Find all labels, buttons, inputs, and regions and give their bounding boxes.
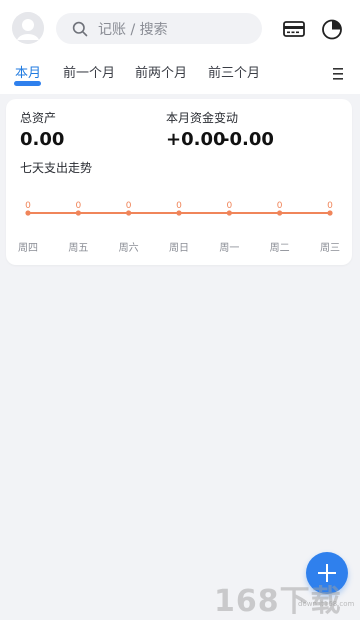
x-tick-label: 周日 — [169, 242, 189, 254]
data-label: 0 — [226, 201, 232, 211]
search-icon — [72, 21, 88, 37]
data-label: 0 — [176, 201, 182, 211]
tab-previous-month[interactable]: 前一个月 — [63, 64, 115, 84]
pie-chart-icon[interactable] — [320, 17, 344, 41]
tab-two-months-ago[interactable]: 前两个月 — [135, 64, 187, 84]
x-tick-label: 周一 — [219, 242, 239, 254]
data-point — [75, 210, 81, 216]
x-tick-label: 周四 — [18, 242, 38, 254]
watermark-url: down.it168.com — [298, 600, 355, 608]
x-tick-label: 周二 — [270, 242, 290, 254]
active-tab-indicator — [14, 81, 41, 86]
seven-day-expense-chart: 0 周四 0 周五 0 周六 0 周日 0 周一 0 周二 0 周三 — [18, 201, 340, 254]
data-label: 0 — [126, 201, 132, 211]
data-point — [327, 210, 333, 216]
x-tick-label: 周三 — [320, 242, 340, 254]
data-label: 0 — [25, 201, 31, 211]
menu-icon[interactable] — [332, 66, 344, 80]
data-point — [226, 210, 232, 216]
data-label: 0 — [277, 201, 283, 211]
x-tick-label: 周六 — [119, 242, 139, 254]
data-point — [277, 210, 283, 216]
user-icon — [12, 12, 44, 44]
watermark-logo: 168下载 — [214, 584, 342, 619]
search-placeholder: 记账 / 搜索 — [98, 21, 168, 38]
data-point — [126, 210, 132, 216]
data-point — [176, 210, 182, 216]
app-header: 记账 / 搜索 — [0, 0, 360, 60]
month-tabs: 本月 前一个月 前两个月 前三个月 — [0, 60, 360, 94]
avatar[interactable] — [12, 12, 44, 44]
data-label: 0 — [75, 201, 81, 211]
summary-card: 总资产 0.00 本月资金变动 +0.00 -0.00 七天支出走势 0 周四 0 周… — [6, 99, 352, 265]
data-point — [25, 210, 31, 216]
x-tick-label: 周五 — [68, 242, 88, 254]
search-bar[interactable]: 记账 / 搜索 — [56, 13, 262, 44]
data-label: 0 — [327, 201, 333, 211]
tab-three-months-ago[interactable]: 前三个月 — [208, 64, 260, 84]
wallet-icon[interactable] — [282, 18, 306, 40]
